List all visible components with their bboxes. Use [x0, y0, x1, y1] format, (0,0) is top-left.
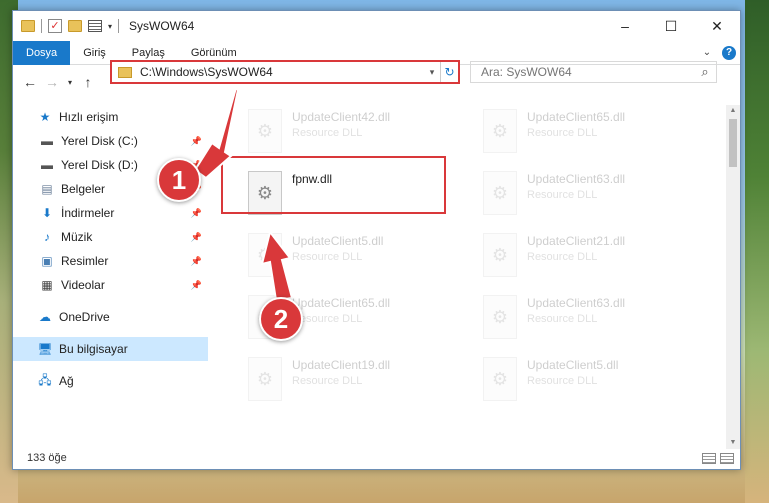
arrow-to-address-bar — [193, 86, 240, 180]
annotation-arrows — [193, 86, 294, 302]
step-1-badge: 1 — [157, 158, 201, 202]
arrow-to-file — [260, 229, 294, 302]
step-2-badge: 2 — [259, 297, 303, 341]
